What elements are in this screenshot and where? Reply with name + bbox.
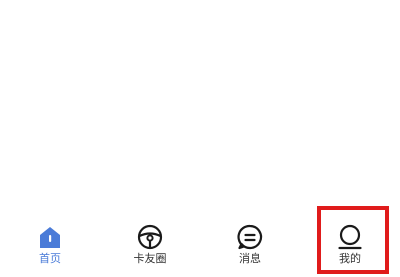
steering-wheel-icon [136,223,164,251]
app-screen: 首页 卡友圈 消息 我的 [0,0,400,277]
tab-messages-label: 消息 [239,252,261,265]
tab-home[interactable]: 首页 [0,215,100,277]
message-bubble-icon [236,223,264,251]
user-profile-icon [336,223,364,251]
tab-home-label: 首页 [39,252,61,265]
tab-truck-circle-label: 卡友圈 [133,252,167,265]
bottom-tab-bar: 首页 卡友圈 消息 我的 [0,215,400,277]
tab-messages[interactable]: 消息 [200,215,300,277]
tab-mine[interactable]: 我的 [300,215,400,277]
home-icon [36,223,64,251]
tab-mine-label: 我的 [339,252,361,265]
tab-truck-circle[interactable]: 卡友圈 [100,215,200,277]
main-content [0,0,400,215]
